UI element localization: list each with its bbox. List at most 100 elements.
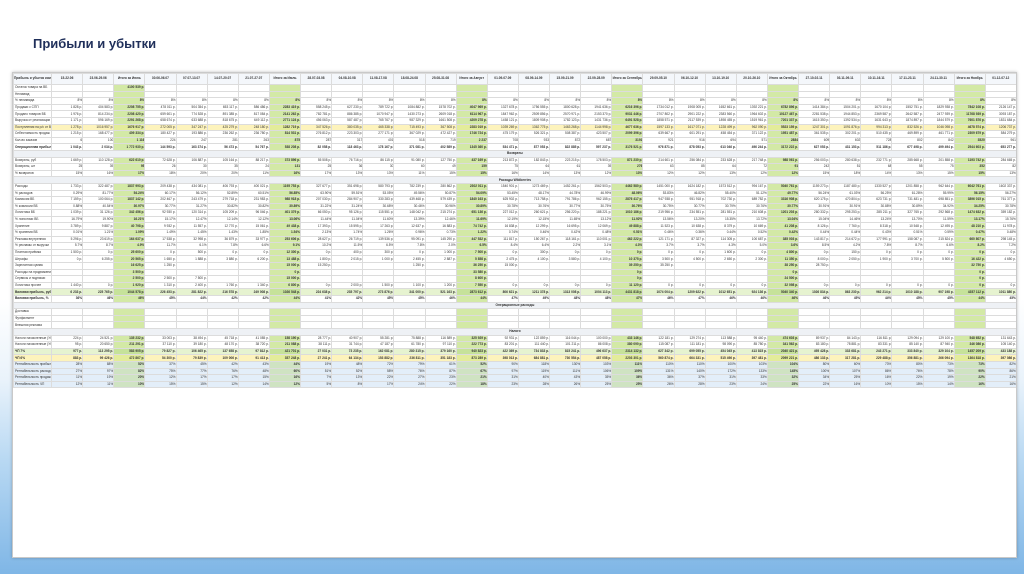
table-cell: 1392 221 р. [735, 103, 768, 112]
table-cell: 36 [331, 163, 364, 171]
table-cell: 0.44% [797, 229, 831, 237]
table-cell [331, 262, 364, 270]
table-cell: 0 р. [953, 281, 986, 290]
table-cell: 7 760 р. [829, 222, 862, 231]
table-cell [922, 308, 955, 316]
table-cell: 31 126 р. [82, 209, 115, 217]
table-cell: 74 742 р. [455, 222, 488, 231]
table-cell [299, 314, 333, 323]
table-cell: 728 [860, 136, 893, 145]
table-cell [424, 275, 457, 283]
table-cell: 25% [580, 380, 613, 389]
table-cell: 61 780 р. [393, 341, 426, 349]
table-cell: 713 758 р. [517, 196, 551, 204]
table-cell: 30.77% [548, 202, 582, 211]
table-cell [984, 314, 1016, 323]
table-cell: 994 313 р. [860, 123, 893, 132]
table-cell: 1 310 р. [144, 281, 177, 290]
table-cell: 4.3% [704, 242, 737, 250]
table-cell: 658 674 р. [144, 116, 177, 125]
table-cell: 6042 761 р. [953, 182, 986, 191]
table-cell: 260 621 р. [517, 209, 551, 217]
table-cell: 0 р. [517, 281, 551, 290]
table-cell: 38 720 р. [237, 341, 270, 349]
table-cell: 699 055 р. [673, 347, 706, 356]
table-cell: 111 181 р. [673, 341, 706, 349]
table-cell: 0.43% [860, 229, 893, 237]
table-cell: 2609 018 р. [424, 110, 457, 118]
table-cell: 48% [331, 360, 364, 369]
table-row: Валовая прибыль, % 36% 46% 46% 45% 44% 42% 42% 4… [13, 295, 1016, 303]
table-cell [704, 275, 737, 283]
table-cell: 40 798 р. [113, 222, 146, 231]
table-cell: 17% [299, 169, 333, 178]
table-cell: 2283 419 р. [268, 103, 302, 112]
table-cell: 11% [393, 169, 426, 178]
table-cell [891, 321, 924, 329]
table-cell: 1211 378 р. [517, 288, 551, 296]
table-cell: 224 [144, 136, 177, 145]
table-cell: 765 767 р. [362, 116, 395, 125]
spreadsheet-image: Прибыль и убыток компании15-22.0623.06-2… [12, 72, 1017, 558]
table-cell: 1193 742 р. [953, 156, 986, 165]
table-cell: 15 595 р. [331, 222, 364, 231]
table-cell: 15% [237, 374, 270, 382]
table-cell: 284 907 р. [331, 196, 364, 204]
table-cell [766, 84, 800, 92]
table-cell: 46% [82, 295, 115, 303]
table-cell [331, 314, 364, 323]
table-cell: 1661 508 р. [424, 116, 457, 125]
table-cell: 1944 853 р. [829, 110, 862, 118]
table-cell: 1330 527 р. [860, 182, 893, 191]
table-cell: 16 422 р. [953, 255, 986, 264]
column-header: Итого за Октябрь [766, 73, 800, 85]
table-cell: 16% [486, 169, 519, 178]
table-cell: 118 463 р. [331, 143, 364, 151]
table-cell: 105 209 р. [206, 209, 239, 217]
table-cell: 48.06% [611, 189, 644, 198]
table-cell [829, 275, 862, 283]
table-cell: 223 303 р. [331, 130, 364, 138]
table-cell: 8% [891, 97, 924, 105]
table-cell [673, 275, 706, 283]
table-cell: 437 169 р. [455, 156, 488, 165]
table-cell [642, 314, 675, 323]
table-cell: 55 [891, 163, 924, 171]
table-cell: 13.06% [268, 215, 302, 224]
table-cell: 2 050 р. [829, 255, 862, 264]
table-cell: 907 198 р. [922, 288, 955, 296]
slide: Прибыли и убытки Прибыль и убыток компан… [0, 0, 1024, 574]
table-cell: 962 090 р. [735, 123, 768, 132]
table-cell: 1195 753 р. [268, 182, 302, 191]
table-cell: 1 340 р. [237, 281, 270, 290]
table-cell: 51% [299, 367, 333, 376]
table-cell [206, 90, 239, 99]
table-cell: 0.48% [580, 229, 613, 237]
table-cell: 13% [984, 169, 1016, 178]
table-cell: 17% [206, 374, 239, 382]
table-cell: 1430 273 р. [393, 110, 426, 118]
table-cell: 802 [891, 136, 924, 145]
table-cell [673, 268, 706, 277]
row-label: Себестоимость продаж [13, 130, 52, 138]
table-cell: 1847 962 р. [486, 110, 519, 118]
table-cell: 45% [984, 295, 1016, 303]
table-cell: 404 583 р. [82, 103, 115, 112]
table-cell: 1756 555 р. [517, 103, 551, 112]
table-cell: 504 354 р. [175, 103, 208, 112]
table-cell: 30.78% [984, 202, 1016, 211]
table-cell: 89 937 р. [797, 334, 831, 343]
table-cell: 0.96% [393, 229, 426, 237]
table-cell: 13% [611, 169, 644, 178]
table-cell [82, 321, 115, 329]
table-row: Возвраты, шт 25 39 95 26 30 35 24 131 25 36 30 60 49 1… [13, 163, 1016, 171]
table-cell: 148 042 р. [393, 209, 426, 217]
table-row: Рентабельность расходов 27% 97% 82% 75% 77% 76… [13, 367, 1016, 376]
table-cell: 38 111 р. [299, 341, 333, 349]
table-cell: 20% [206, 169, 239, 178]
table-cell: 0.59% [922, 229, 955, 237]
table-cell [206, 275, 239, 283]
table-cell: 3191 [611, 136, 644, 145]
table-cell: 0.74% [486, 229, 519, 237]
row-label: Хранение [13, 222, 52, 231]
